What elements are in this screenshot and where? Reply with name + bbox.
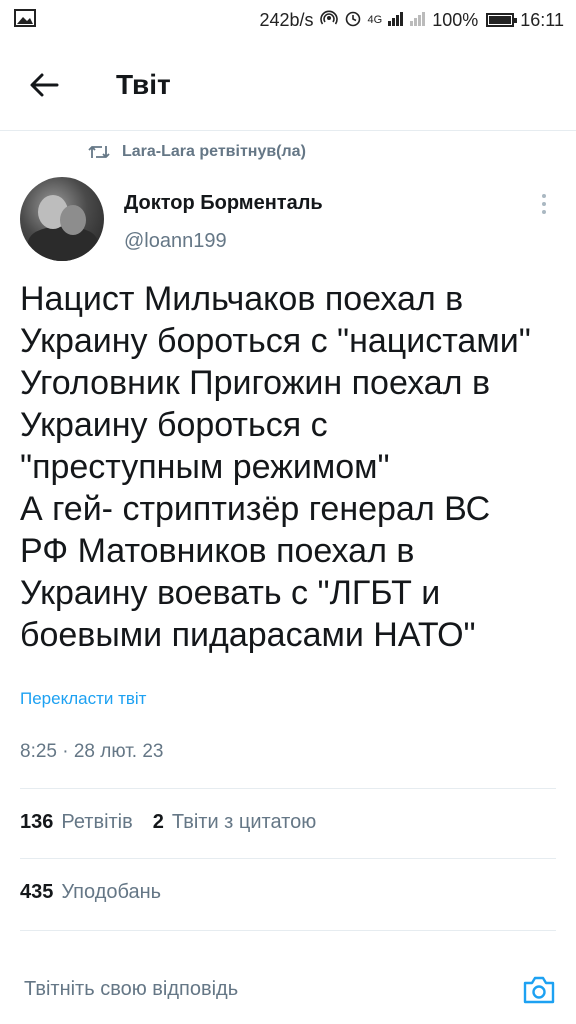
network-speed: 242b/s [259,9,314,30]
more-options-button[interactable] [534,190,554,218]
more-vertical-icon [542,202,546,206]
signal-icon [388,10,426,31]
tweet-line: Украину бороться с "нацистами" [20,322,531,360]
quotes-stat[interactable]: 2 Твіти з цитатою [153,811,316,834]
retweet-context-text: Lara-Lara ретвітнув(ла) [122,143,306,160]
status-bar: 242b/s 4G 100% 16:11 [0,0,576,40]
quotes-count: 2 [152,811,164,833]
battery-percent: 100% [432,9,479,30]
image-notification-icon [14,8,36,32]
tweet-line: А гей- стриптизёр генерал ВС [20,490,491,528]
retweets-label: Ретвітів [61,811,133,833]
reply-input[interactable]: Твітніть свою відповідь [24,978,522,1001]
page-title: Твіт [116,69,171,100]
tweet-line: "преступным режимом" [20,448,390,486]
author-name[interactable]: Доктор Борменталь [124,192,323,215]
alarm-icon [344,9,362,32]
more-vertical-icon [542,210,546,214]
status-bar-right: 242b/s 4G 100% 16:11 [260,9,565,32]
hotspot-icon [319,9,338,32]
tweet-timestamp[interactable]: 8:25 · 28 лют. 23 [20,741,163,763]
arrow-left-icon [30,73,59,97]
avatar-shape [60,205,86,235]
header: Твіт [0,40,576,131]
status-bar-left [14,8,36,32]
divider [20,930,556,931]
likes-label: Уподобань [61,881,162,903]
quotes-label: Твіти з цитатою [171,811,317,833]
retweets-count: 136 [20,811,54,833]
more-vertical-icon [542,194,546,198]
tweet-text: Нацист Мильчаков поехал в Украину бороть… [20,278,565,656]
retweet-icon [88,146,110,158]
reply-bar: Твітніть свою відповідь [0,955,576,1024]
tweet-line: РФ Матовников поехал в [20,532,415,570]
retweets-stat[interactable]: 136 Ретвітів [20,811,133,834]
tweet-line: боевыми пидарасами НАТО" [20,616,476,654]
camera-icon [523,976,555,1003]
tweet-line: Украину бороться с [20,406,328,444]
likes-stat[interactable]: 435 Уподобань [20,881,161,904]
tweet-line: Нацист Мильчаков поехал в [20,280,464,318]
divider [20,858,556,859]
clock: 16:11 [520,9,564,30]
stats-row: 136 Ретвітів 2 Твіти з цитатою [20,811,316,834]
translate-tweet-link[interactable]: Перекласти твіт [20,689,146,709]
avatar-shape [28,227,98,261]
camera-button[interactable] [522,973,556,1007]
avatar[interactable] [20,177,104,261]
retweet-context[interactable]: Lara-Lara ретвітнув(ла) [88,143,306,161]
back-button[interactable] [14,55,74,115]
tweet-line: Уголовник Пригожин поехал в [20,364,491,402]
likes-count: 435 [20,881,54,903]
author-handle[interactable]: @loann199 [124,230,227,253]
battery-icon [486,13,518,27]
network-type: 4G [367,14,383,26]
divider [20,788,556,789]
tweet-line: Украину воевать с "ЛГБТ и [20,574,441,612]
